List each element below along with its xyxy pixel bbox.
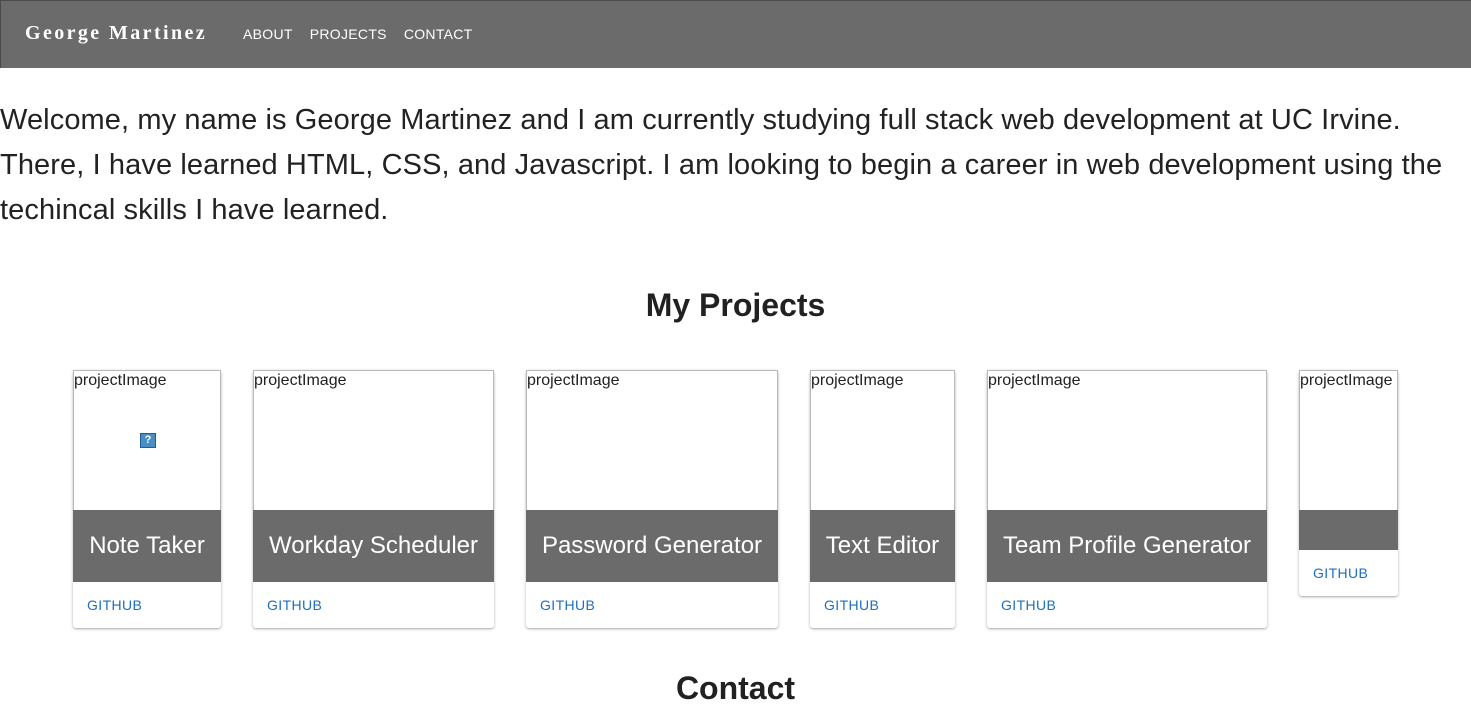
image-alt-text: projectImage bbox=[527, 372, 620, 389]
github-link[interactable]: GITHUB bbox=[540, 597, 595, 613]
image-alt-text: projectImage bbox=[254, 372, 347, 389]
project-card-untitled: projectImage GITHUB bbox=[1299, 370, 1398, 596]
about-text: Welcome, my name is George Martinez and … bbox=[0, 104, 1443, 226]
project-card-text-editor: projectImage Text Editor GITHUB bbox=[810, 370, 955, 628]
project-title: Team Profile Generator bbox=[987, 510, 1267, 582]
broken-image-icon: ? bbox=[140, 433, 156, 448]
github-link[interactable]: GITHUB bbox=[87, 597, 142, 613]
image-alt-text: projectImage bbox=[74, 372, 167, 389]
project-title: Text Editor bbox=[810, 510, 955, 582]
project-image: projectImage ? bbox=[73, 370, 221, 510]
image-alt-text: projectImage bbox=[811, 372, 904, 389]
nav-links: ABOUT PROJECTS CONTACT bbox=[243, 26, 473, 42]
project-card-team-profile-generator: projectImage Team Profile Generator GITH… bbox=[987, 370, 1267, 628]
nav-link-about[interactable]: ABOUT bbox=[243, 26, 293, 42]
project-card-workday-scheduler: projectImage Workday Scheduler GITHUB bbox=[253, 370, 494, 628]
project-image: projectImage bbox=[810, 370, 955, 510]
project-image: projectImage bbox=[526, 370, 778, 510]
project-title bbox=[1299, 510, 1398, 550]
navbar: George Martinez ABOUT PROJECTS CONTACT bbox=[0, 0, 1471, 68]
nav-link-contact[interactable]: CONTACT bbox=[404, 26, 473, 42]
project-title: Note Taker bbox=[73, 510, 221, 582]
project-title: Password Generator bbox=[526, 510, 778, 582]
project-title: Workday Scheduler bbox=[253, 510, 494, 582]
project-image: projectImage bbox=[987, 370, 1267, 510]
project-card-note-taker: projectImage ? Note Taker GITHUB bbox=[73, 370, 221, 628]
github-link[interactable]: GITHUB bbox=[1313, 565, 1368, 581]
project-image: projectImage bbox=[1299, 370, 1398, 510]
brand-logo[interactable]: George Martinez bbox=[25, 22, 207, 45]
project-image: projectImage bbox=[253, 370, 494, 510]
project-card-password-generator: projectImage Password Generator GITHUB bbox=[526, 370, 778, 628]
github-link[interactable]: GITHUB bbox=[1001, 597, 1056, 613]
github-link[interactable]: GITHUB bbox=[267, 597, 322, 613]
nav-link-projects[interactable]: PROJECTS bbox=[310, 26, 387, 42]
image-alt-text: projectImage bbox=[988, 372, 1081, 389]
github-link[interactable]: GITHUB bbox=[824, 597, 879, 613]
image-alt-text: projectImage bbox=[1300, 372, 1393, 389]
contact-heading: Contact bbox=[675, 670, 796, 706]
projects-heading: My Projects bbox=[645, 287, 826, 323]
